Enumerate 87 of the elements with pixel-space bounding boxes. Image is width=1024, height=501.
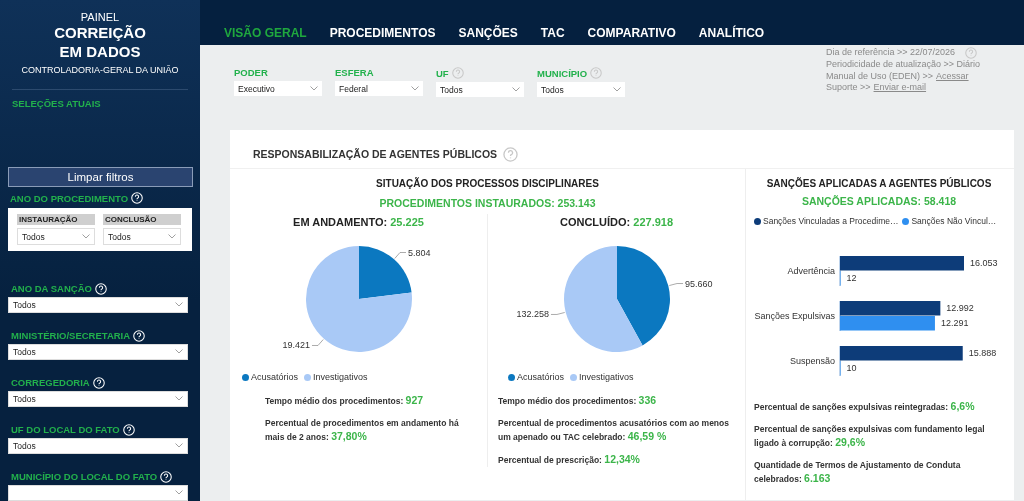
clear-filters-button[interactable]: Limpar filtros — [8, 166, 193, 188]
axis-label: Sanções Expulsivas — [754, 311, 835, 321]
info-text: Periodicidade de atualização >> Diário — [826, 59, 981, 71]
nav-tab[interactable]: PROCEDIMENTOS — [329, 26, 436, 42]
filter-label: CORREGEDORIA — [11, 377, 90, 389]
chevron-down-icon — [613, 87, 621, 92]
chevron-down-icon — [175, 302, 183, 308]
data-label: 5.804 — [407, 247, 431, 258]
filter-label: PODER — [234, 67, 268, 78]
section-title: SITUAÇÃO DOS PROCESSOS DISCIPLINARES — [375, 178, 600, 189]
info-text: Suporte >> — [826, 82, 871, 94]
axis-label: Advertência — [787, 266, 835, 276]
stat-text: Percentual de sanções expulsivas com fundamento legal ligado à corrupção: 29,6% — [754, 423, 986, 450]
logo-text: CORREIÇÃO — [54, 23, 146, 42]
filter-label: MUNICÍPIO — [537, 67, 588, 79]
dropdown[interactable]: Todos — [8, 344, 188, 360]
section-title: SELEÇÕES ATUAIS — [12, 98, 102, 111]
legend-label: Investigativos — [313, 372, 368, 382]
data-label: 10 — [846, 363, 857, 373]
dropdown[interactable]: Todos — [8, 438, 188, 454]
data-label: 132.258 — [516, 309, 549, 320]
stat-text: Percentual de procedimentos em andamento há mais de 2 anos: 37,80% — [265, 417, 460, 444]
filter-label: ANO DA SANÇÃO — [11, 283, 92, 295]
dropdown[interactable]: Todos — [103, 228, 181, 246]
chevron-down-icon — [175, 396, 183, 402]
chevron-down-icon — [411, 86, 419, 91]
data-label: 12.291 — [940, 318, 969, 328]
leader-line — [393, 252, 406, 259]
filter-label: UF — [436, 67, 449, 79]
stat-text: Quantidade de Termos de Ajustamento de Conduta celebrados: 6.163 — [754, 459, 962, 486]
stat-text: Percentual de prescrição: 12,34% — [498, 453, 641, 467]
filter-label: MUNICÍPIO DO LOCAL DO FATO — [11, 471, 158, 483]
info-text: Dia de referência >> 22/07/2026 — [826, 47, 956, 59]
panel-title: EM ANDAMENTO: 25.225 — [293, 216, 424, 228]
nav-tab[interactable]: VISÃO GERAL — [224, 26, 307, 42]
field-label: CONCLUSÃO — [103, 214, 181, 226]
leader-line — [550, 312, 565, 315]
chevron-down-icon — [175, 490, 183, 496]
legend-label: Acusatórios — [251, 372, 299, 382]
panel-title: CONCLUÍDO: 227.918 — [559, 216, 674, 228]
card-title: RESPONSABILIZAÇÃO DE AGENTES PÚBLICOS — [253, 148, 498, 160]
section-title: SANÇÕES APLICADAS A AGENTES PÚBLICOS — [765, 178, 993, 189]
axis-label: Suspensão — [789, 356, 835, 366]
data-label: 19.421 — [281, 340, 310, 351]
legend-label: Sanções Não Vincul… — [911, 216, 997, 226]
dropdown[interactable]: Federal — [335, 81, 423, 96]
stat-text: Tempo médio dos procedimentos: 336 — [498, 394, 658, 408]
chevron-down-icon — [175, 443, 183, 449]
data-label: 95.660 — [684, 278, 713, 289]
stat-text: Percentual de procedimentos acusatórios com ao menos um apenado ou TAC celebrado: 46,59 % — [498, 417, 730, 444]
total-label: PROCEDIMENTOS INSTAURADOS: 253.143 — [378, 197, 597, 209]
field-label: INSTAURAÇÃO — [17, 214, 95, 226]
data-label: 16.053 — [970, 258, 998, 268]
info-text: Manual de Uso (EDEN) >> — [826, 70, 934, 82]
filter-label: MINISTÉRIO/SECRETARIA — [11, 330, 131, 342]
total-label: SANÇÕES APLICADAS: 58.418 — [800, 195, 958, 207]
chevron-down-icon — [310, 86, 318, 91]
leader-line — [668, 283, 683, 286]
nav-tab[interactable]: TAC — [540, 26, 565, 42]
dropdown[interactable]: Executivo — [234, 81, 322, 96]
dropdown[interactable]: Todos — [436, 82, 524, 97]
logo-text: PAINEL — [80, 11, 120, 23]
nav-tab[interactable]: COMPARATIVO — [587, 26, 676, 42]
legend-label: Investigativos — [579, 372, 634, 382]
data-label: 12.992 — [946, 303, 974, 313]
dropdown[interactable]: Todos — [17, 228, 95, 246]
stat-text: Percentual de sanções expulsivas reintegradas: 6,6% — [754, 400, 976, 414]
filter-label: ESFERA — [335, 67, 374, 78]
legend-label: Sanções Vinculadas a Procedime… — [763, 216, 899, 226]
chevron-down-icon — [168, 234, 176, 240]
stat-text: Tempo médio dos procedimentos: 927 — [265, 394, 425, 408]
dropdown[interactable]: Todos — [8, 297, 188, 313]
logo-text: EM DADOS — [59, 42, 141, 61]
legend-label: Acusatórios — [517, 372, 565, 382]
chevron-down-icon — [512, 87, 520, 92]
chevron-down-icon — [82, 234, 90, 240]
data-label: 15.888 — [968, 348, 997, 358]
chevron-down-icon — [175, 349, 183, 355]
filter-label: UF DO LOCAL DO FATO — [11, 424, 120, 436]
dropdown[interactable]: Todos — [537, 82, 625, 97]
filter-label: ANO DO PROCEDIMENTO — [10, 192, 129, 204]
nav-tab[interactable]: SANÇÕES — [458, 26, 518, 42]
dropdown[interactable]: Todos — [8, 391, 188, 407]
data-label: 12 — [846, 273, 857, 283]
nav-tab[interactable]: ANALÍTICO — [698, 26, 765, 42]
leader-line — [311, 339, 324, 346]
logo-subtitle: CONTROLADORIA-GERAL DA UNIÃO — [21, 65, 179, 75]
